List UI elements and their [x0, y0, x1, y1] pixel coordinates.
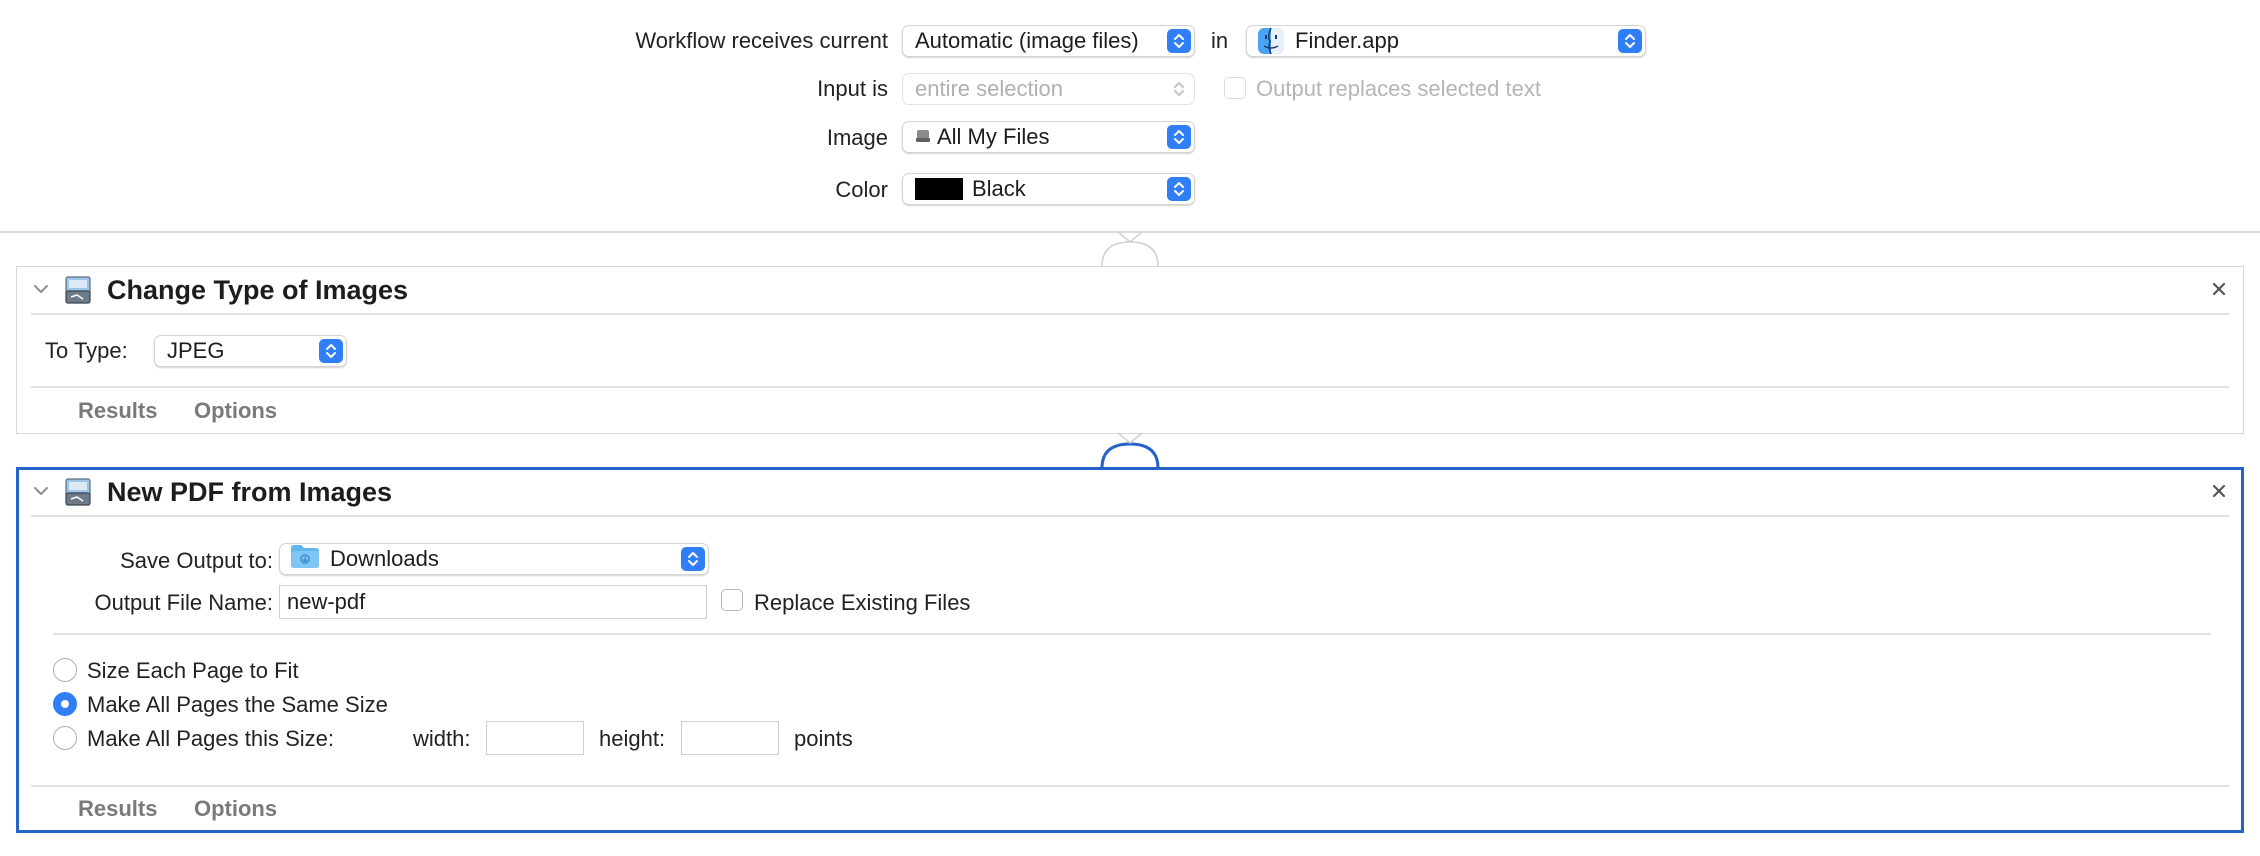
finder-icon	[1257, 27, 1285, 55]
input-type-popup[interactable]: Automatic (image files)	[902, 25, 1195, 57]
to-type-value: JPEG	[167, 338, 225, 363]
disclosure-chevron-icon[interactable]	[31, 279, 51, 304]
action-header: Change Type of Images	[17, 267, 2243, 313]
width-field[interactable]	[486, 721, 584, 755]
options-divider	[31, 386, 2229, 388]
image-converter-icon	[63, 477, 93, 512]
color-swatch	[915, 178, 963, 200]
disclosure-chevron-icon[interactable]	[31, 481, 51, 506]
to-type-label: To Type:	[45, 338, 128, 363]
close-icon[interactable]	[2209, 279, 2229, 304]
application-value: Finder.app	[1295, 28, 1399, 53]
replace-existing-checkbox[interactable]	[721, 589, 743, 611]
popup-stepper-icon	[681, 547, 705, 571]
action-connector-selected	[1100, 432, 1160, 469]
action-connector	[1101, 231, 1159, 267]
input-type-value: Automatic (image files)	[915, 28, 1139, 53]
popup-stepper-icon	[319, 339, 343, 363]
options-divider	[31, 785, 2229, 787]
height-field[interactable]	[681, 721, 779, 755]
color-label: Color	[835, 177, 888, 202]
output-replaces-label: Output replaces selected text	[1256, 76, 1541, 101]
image-converter-icon	[63, 275, 93, 310]
drive-icon	[915, 124, 931, 150]
results-tab[interactable]: Results	[78, 796, 157, 822]
save-output-popup[interactable]: Downloads	[279, 543, 709, 575]
action-change-type-of-images[interactable]: Change Type of Images To Type: JPEG Resu…	[16, 266, 2244, 434]
to-type-popup[interactable]: JPEG	[154, 335, 347, 367]
workflow-color-popup[interactable]: Black	[902, 173, 1195, 205]
popup-stepper-icon	[1167, 177, 1191, 201]
popup-stepper-icon	[1167, 125, 1191, 149]
size-each-page-radio[interactable]	[53, 658, 77, 682]
options-tab[interactable]: Options	[194, 398, 277, 424]
save-output-label: Save Output to:	[120, 548, 273, 573]
results-tab[interactable]: Results	[78, 398, 157, 424]
header-divider	[31, 515, 2229, 517]
file-name-field[interactable]: new-pdf	[279, 585, 707, 619]
output-replaces-checkbox	[1224, 77, 1246, 99]
points-label: points	[794, 726, 853, 751]
workflow-color-value: Black	[972, 176, 1026, 201]
action-title: New PDF from Images	[107, 477, 393, 507]
save-output-value: Downloads	[330, 546, 439, 571]
width-label: width:	[413, 726, 471, 751]
size-each-page-label: Size Each Page to Fit	[87, 658, 299, 683]
options-tab[interactable]: Options	[194, 796, 277, 822]
popup-stepper-icon	[1167, 77, 1191, 101]
image-label: Image	[826, 125, 888, 150]
close-icon[interactable]	[2209, 481, 2229, 506]
this-size-radio[interactable]	[53, 726, 77, 750]
height-label: height:	[599, 726, 666, 751]
input-is-value: entire selection	[915, 76, 1063, 101]
replace-existing-label: Replace Existing Files	[754, 590, 971, 615]
action-new-pdf-from-images[interactable]: New PDF from Images Save Output to: Down…	[16, 467, 2244, 833]
workflow-receives-label: Workflow receives current	[635, 28, 888, 53]
same-size-radio[interactable]	[53, 692, 77, 716]
workflow-image-popup[interactable]: All My Files	[902, 121, 1195, 153]
this-size-label: Make All Pages this Size:	[87, 726, 335, 751]
popup-stepper-icon	[1167, 29, 1191, 53]
action-header: New PDF from Images	[19, 470, 2241, 516]
file-name-label: Output File Name:	[94, 590, 273, 615]
action-title: Change Type of Images	[107, 275, 409, 305]
header-divider	[31, 313, 2229, 315]
input-is-label: Input is	[817, 76, 888, 101]
workflow-image-value: All My Files	[937, 124, 1050, 149]
application-popup[interactable]: Finder.app	[1246, 25, 1646, 57]
input-is-popup: entire selection	[902, 73, 1195, 105]
in-label: in	[1211, 28, 1229, 53]
popup-stepper-icon	[1618, 29, 1642, 53]
section-divider	[53, 633, 2211, 635]
folder-icon	[290, 544, 320, 574]
same-size-label: Make All Pages the Same Size	[87, 692, 388, 717]
